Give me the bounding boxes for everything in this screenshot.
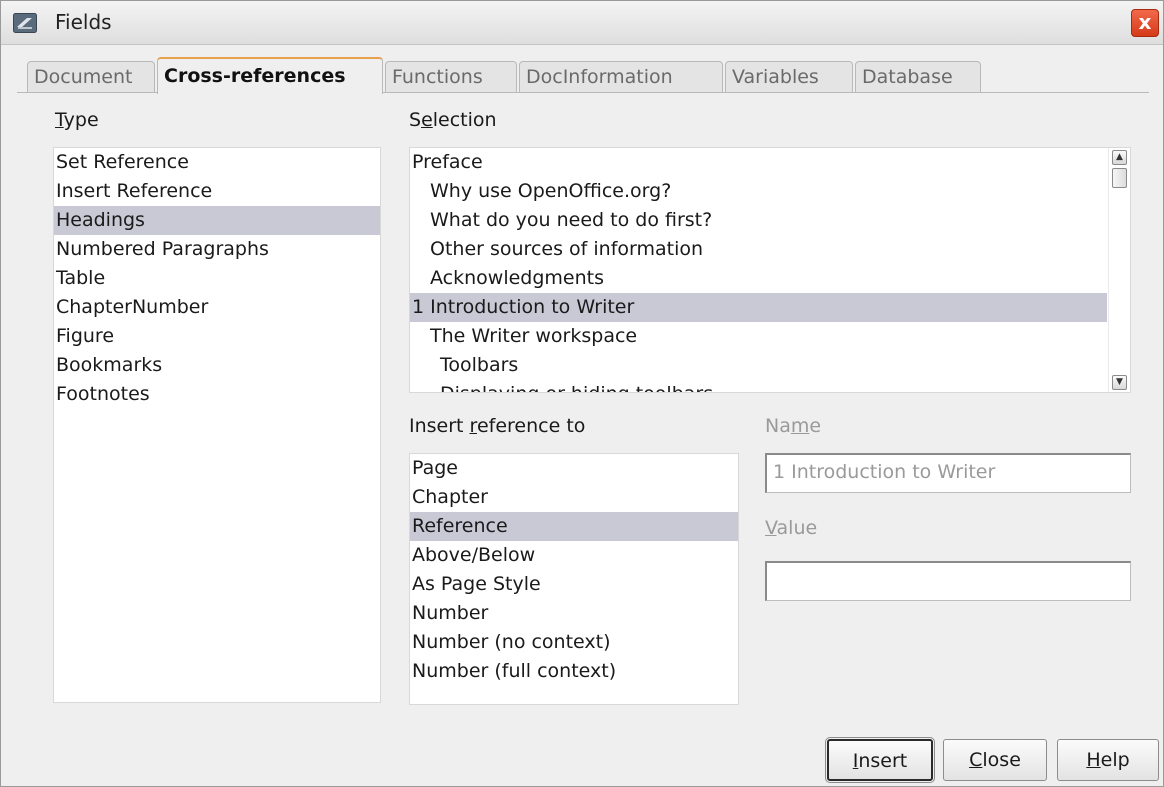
insert-reference-listbox[interactable]: Page Chapter Reference Above/Below As Pa… bbox=[409, 453, 739, 705]
fields-dialog: Fields x Document Cross-references Funct… bbox=[0, 0, 1164, 787]
scrollbar-thumb[interactable] bbox=[1112, 168, 1127, 188]
window-title: Fields bbox=[55, 10, 112, 34]
value-label: Value bbox=[765, 517, 818, 539]
ref-item-chapter[interactable]: Chapter bbox=[410, 483, 738, 512]
type-item-footnotes[interactable]: Footnotes bbox=[54, 380, 380, 409]
selection-item-preface[interactable]: Preface bbox=[410, 148, 1107, 177]
ref-item-as-page-style[interactable]: As Page Style bbox=[410, 570, 738, 599]
insert-reference-label: Insert reference to bbox=[409, 415, 586, 437]
ref-item-number-full-context[interactable]: Number (full context) bbox=[410, 657, 738, 686]
type-item-chapternumber[interactable]: ChapterNumber bbox=[54, 293, 380, 322]
tab-variables[interactable]: Variables bbox=[725, 61, 853, 93]
selection-label: Selection bbox=[409, 109, 497, 131]
selection-item-displaying-toolbars[interactable]: Displaying or hiding toolbars bbox=[410, 380, 1107, 392]
close-window-icon[interactable]: x bbox=[1131, 9, 1159, 37]
type-item-numbered-paragraphs[interactable]: Numbered Paragraphs bbox=[54, 235, 380, 264]
scroll-down-arrow-icon[interactable]: ▼ bbox=[1112, 375, 1127, 390]
name-label: Name bbox=[765, 415, 822, 437]
selection-item-writer-workspace[interactable]: The Writer workspace bbox=[410, 322, 1107, 351]
tab-functions[interactable]: Functions bbox=[385, 61, 517, 93]
title-bar[interactable]: Fields x bbox=[1, 1, 1163, 45]
tab-database[interactable]: Database bbox=[855, 61, 981, 93]
ref-item-above-below[interactable]: Above/Below bbox=[410, 541, 738, 570]
help-button[interactable]: Help bbox=[1057, 739, 1159, 781]
type-listbox[interactable]: Set Reference Insert Reference Headings … bbox=[53, 147, 381, 703]
selection-item-acknowledgments[interactable]: Acknowledgments bbox=[410, 264, 1107, 293]
type-item-set-reference[interactable]: Set Reference bbox=[54, 148, 380, 177]
type-item-bookmarks[interactable]: Bookmarks bbox=[54, 351, 380, 380]
type-item-table[interactable]: Table bbox=[54, 264, 380, 293]
selection-listbox[interactable]: Preface Why use OpenOffice.org? What do … bbox=[409, 147, 1131, 393]
value-field[interactable] bbox=[765, 561, 1131, 601]
close-button[interactable]: Close bbox=[943, 739, 1047, 781]
insert-button[interactable]: Insert bbox=[825, 737, 935, 783]
type-item-headings[interactable]: Headings bbox=[54, 206, 380, 235]
ref-item-number[interactable]: Number bbox=[410, 599, 738, 628]
ref-item-reference[interactable]: Reference bbox=[410, 512, 738, 541]
selection-item-what-do-you-need[interactable]: What do you need to do first? bbox=[410, 206, 1107, 235]
name-field[interactable]: 1 Introduction to Writer bbox=[765, 453, 1131, 493]
selection-item-why-use[interactable]: Why use OpenOffice.org? bbox=[410, 177, 1107, 206]
ref-item-number-no-context[interactable]: Number (no context) bbox=[410, 628, 738, 657]
selection-item-toolbars[interactable]: Toolbars bbox=[410, 351, 1107, 380]
scroll-up-arrow-icon[interactable]: ▲ bbox=[1112, 150, 1127, 165]
selection-item-introduction[interactable]: 1 Introduction to Writer bbox=[410, 293, 1107, 322]
selection-scrollbar[interactable]: ▲ ▼ bbox=[1108, 148, 1130, 392]
tab-document[interactable]: Document bbox=[27, 61, 155, 93]
selection-item-other-sources[interactable]: Other sources of information bbox=[410, 235, 1107, 264]
type-item-figure[interactable]: Figure bbox=[54, 322, 380, 351]
tab-cross-references[interactable]: Cross-references bbox=[157, 57, 383, 94]
tab-docinformation[interactable]: DocInformation bbox=[519, 61, 723, 93]
type-item-insert-reference[interactable]: Insert Reference bbox=[54, 177, 380, 206]
ref-item-page[interactable]: Page bbox=[410, 454, 738, 483]
app-icon bbox=[13, 13, 37, 33]
type-label: Type bbox=[55, 109, 99, 131]
